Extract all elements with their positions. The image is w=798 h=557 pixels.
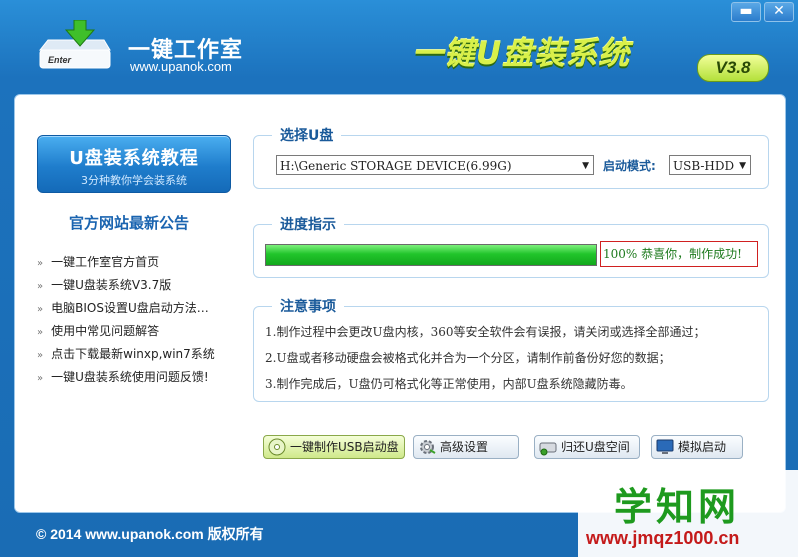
brand-url: www.upanok.com xyxy=(130,59,232,74)
version-badge: V3.8 xyxy=(697,54,769,82)
progress-group: 进度指示 100% 恭喜你，制作成功! xyxy=(253,214,769,278)
notice-item[interactable]: » 一键U盘装系统使用问题反馈! xyxy=(37,366,237,389)
notice-item[interactable]: » 电脑BIOS设置U盘启动方法… xyxy=(37,297,237,320)
make-usb-label: 一键制作USB启动盘 xyxy=(290,440,399,454)
watermark-title: 学知网 xyxy=(614,485,741,529)
bullet-icon: » xyxy=(37,281,44,292)
notice-item[interactable]: » 使用中常见问题解答 xyxy=(37,320,237,343)
advanced-settings-label: 高级设置 xyxy=(440,440,489,454)
restore-space-label: 归还U盘空间 xyxy=(561,440,630,454)
progress-bar xyxy=(265,244,597,266)
simulate-boot-label: 模拟启动 xyxy=(678,440,727,454)
notice-list: » 一键工作室官方首页 » 一键U盘装系统V3.7版 » 电脑BIOS设置U盘启动方法… xyxy=(37,251,237,389)
tutorial-button[interactable]: U盘装系统教程 3分种教你学会装系统 xyxy=(37,135,231,193)
select-disk-group: 选择U盘 H:\Generic STORAGE DEVICE(6.99G) ▼ … xyxy=(253,125,769,189)
restore-space-button[interactable]: 归还U盘空间 xyxy=(534,435,640,459)
note-item: 3.制作完成后，U盘仍可格式化等正常使用，内部U盘系统隐藏防毒。 xyxy=(265,377,633,391)
app-title: 一键U盘装系统 xyxy=(412,36,631,72)
disk-select-value: H:\Generic STORAGE DEVICE(6.99G) xyxy=(280,159,512,173)
monitor-icon xyxy=(656,439,674,454)
tutorial-title: U盘装系统教程 xyxy=(69,148,199,169)
app-window: Enter 一键工作室 www.upanok.com 一键U盘装系统 V3.8 … xyxy=(0,0,798,557)
minimize-button[interactable]: ▬ xyxy=(731,2,761,22)
dropdown-arrow-icon: ▼ xyxy=(739,161,746,171)
disk-select[interactable]: H:\Generic STORAGE DEVICE(6.99G) ▼ xyxy=(276,155,594,175)
drive-icon xyxy=(539,442,557,456)
progress-legend: 进度指示 xyxy=(272,214,344,234)
enter-key-logo-icon: Enter xyxy=(34,19,116,72)
notice-item[interactable]: » 一键U盘装系统V3.7版 xyxy=(37,274,237,297)
note-item: 1.制作过程中会更改U盘内核，360等安全软件会有误报，请关闭或选择全部通过； xyxy=(265,325,706,339)
make-usb-button[interactable]: 一键制作USB启动盘 xyxy=(263,435,405,459)
watermark: 学知网 www.jmqz1000.cn xyxy=(578,470,798,557)
bullet-icon: » xyxy=(37,258,44,269)
notes-list: 1.制作过程中会更改U盘内核，360等安全软件会有误报，请关闭或选择全部通过； … xyxy=(265,319,705,397)
dropdown-arrow-icon: ▼ xyxy=(582,161,589,171)
progress-fill xyxy=(266,245,596,265)
watermark-url: www.jmqz1000.cn xyxy=(586,528,740,548)
select-disk-legend: 选择U盘 xyxy=(272,125,342,145)
simulate-boot-button[interactable]: 模拟启动 xyxy=(651,435,743,459)
tutorial-subtitle: 3分种教你学会装系统 xyxy=(81,174,187,187)
bullet-icon: » xyxy=(37,350,44,361)
notice-item[interactable]: » 点击下载最新winxp,win7系统 xyxy=(37,343,237,366)
bullet-icon: » xyxy=(37,304,44,315)
boot-mode-label: 启动模式: xyxy=(603,159,656,173)
disc-icon xyxy=(268,438,286,456)
note-item: 2.U盘或者移动硬盘会被格式化并合为一个分区，请制作前备份好您的数据； xyxy=(265,351,671,365)
notice-title: 官方网站最新公告 xyxy=(68,214,189,232)
notice-item[interactable]: » 一键工作室官方首页 xyxy=(37,251,237,274)
progress-status: 100% 恭喜你，制作成功! xyxy=(600,241,758,267)
main-panel: U盘装系统教程 3分种教你学会装系统 官方网站最新公告 » 一键工作室官方首页 »… xyxy=(14,94,786,513)
close-button[interactable]: ✕ xyxy=(764,2,794,22)
notes-legend: 注意事项 xyxy=(272,296,344,316)
bullet-icon: » xyxy=(37,327,44,338)
gear-icon xyxy=(420,440,436,454)
logo-enter-text: Enter xyxy=(48,55,72,65)
footer-copyright: © 2014 www.upanok.com 版权所有 xyxy=(36,526,264,542)
sidebar: U盘装系统教程 3分种教你学会装系统 官方网站最新公告 » 一键工作室官方首页 »… xyxy=(15,95,243,512)
bullet-icon: » xyxy=(37,373,44,384)
notes-group: 注意事项 1.制作过程中会更改U盘内核，360等安全软件会有误报，请关闭或选择全… xyxy=(253,296,769,402)
boot-mode-value: USB-HDD xyxy=(673,159,735,173)
header: Enter 一键工作室 www.upanok.com 一键U盘装系统 V3.8 … xyxy=(0,0,798,92)
advanced-settings-button[interactable]: 高级设置 xyxy=(413,435,519,459)
boot-mode-select[interactable]: USB-HDD ▼ xyxy=(669,155,751,175)
